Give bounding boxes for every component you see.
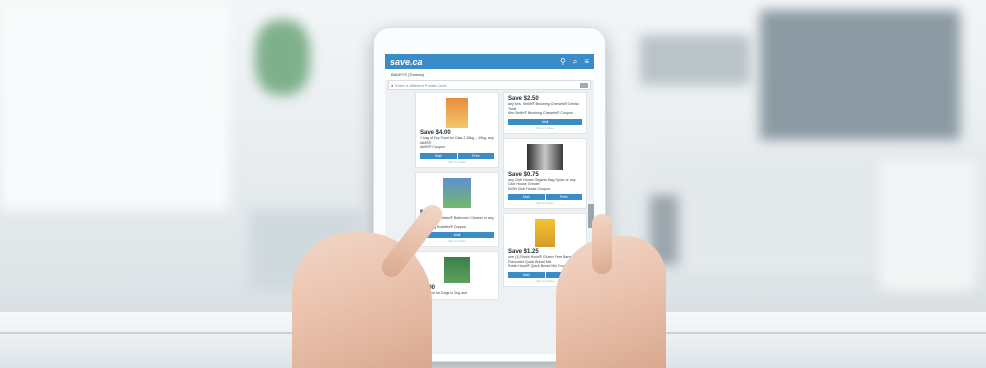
coupon-card[interactable]: Save $2.50 any Mrs. Smith® Brushing Chew… <box>503 92 587 134</box>
coupon-note: Clip it 2 Save <box>448 239 466 243</box>
mail-button[interactable]: Mail <box>420 152 457 159</box>
app-logo[interactable]: save.ca <box>390 57 553 67</box>
coupon-desc: any Mrs. Smith® Brushing Chewels® Dental… <box>508 102 579 111</box>
region-label: BAKEYS (Toronto) <box>385 69 594 80</box>
kitchen-scene: save.ca ⚲ ⌕ ≡ BAKEYS (Toronto) ● Enter a… <box>0 0 986 368</box>
coupon-note: Clip it 2 Save <box>536 125 554 130</box>
location-pin-icon: ● <box>391 82 394 88</box>
cleaner-image <box>443 177 471 208</box>
dishes <box>880 160 975 290</box>
coupon-brand: IAMS® Coupon <box>420 145 446 149</box>
coupon-brand: Mrs.Smith® Brushing Chewels® Coupon <box>508 111 574 115</box>
coupon-brand: NOW Club House Coupon <box>508 186 551 191</box>
cat-food-image <box>446 98 468 128</box>
mail-button[interactable]: Mail <box>508 271 545 278</box>
print-button[interactable]: Print <box>545 194 582 200</box>
coupon-card[interactable]: Save $0.75 any Club House Organic Bag Sp… <box>503 137 587 209</box>
dog-food-image <box>444 257 470 283</box>
window-right <box>760 10 960 140</box>
postal-code-bar[interactable]: ● Enter a different Postal Code › <box>388 80 591 90</box>
plant <box>255 20 310 95</box>
print-button[interactable]: Print <box>457 152 494 159</box>
location-pin-icon[interactable]: ⚲ <box>560 57 566 66</box>
coupon-note: Clip it 2 Save <box>448 159 466 164</box>
shelf-items <box>640 35 750 85</box>
coupon-desc: 1 bag of Dry Food for Cats 2.26kg – 10kg… <box>420 136 494 145</box>
window-left <box>0 0 230 210</box>
search-icon[interactable]: ⌕ <box>573 57 577 67</box>
mail-button[interactable]: Mail <box>508 194 545 200</box>
mail-button[interactable]: Mail <box>508 118 582 125</box>
mail-button[interactable]: Mail <box>420 232 494 238</box>
coupon-note: Clip it 2 Save <box>536 201 554 205</box>
menu-icon[interactable]: ≡ <box>584 57 589 66</box>
coupon-desc: any Club House Organic Bag Spice or any … <box>508 177 576 187</box>
arrow-right-icon[interactable]: › <box>580 82 588 88</box>
spice-image <box>527 143 563 170</box>
coupon-column-left: Save $4.00 1 bag of Dry Food for Cats 2.… <box>415 92 499 304</box>
postal-code-input[interactable]: Enter a different Postal Code <box>395 83 580 88</box>
right-thumb <box>592 214 612 274</box>
app-header: save.ca ⚲ ⌕ ≡ <box>385 54 594 69</box>
coupon-card[interactable]: Save $4.00 1 bag of Dry Food for Cats 2.… <box>415 92 499 168</box>
bread-mix-image <box>535 219 555 247</box>
